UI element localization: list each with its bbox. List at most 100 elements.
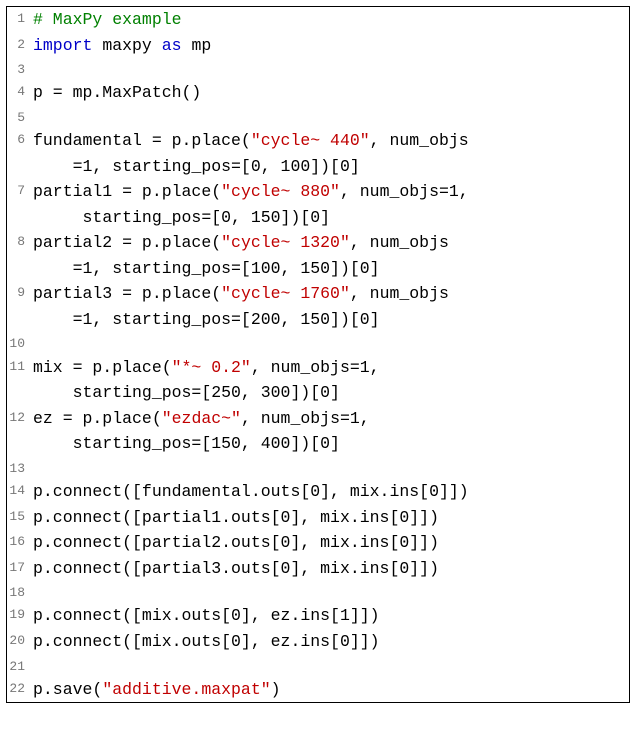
- code-content: p.connect([mix.outs[0], ez.ins[0]]): [29, 629, 629, 655]
- code-line: 15p.connect([partial1.outs[0], mix.ins[0…: [7, 505, 629, 531]
- code-line: 2import maxpy as mp: [7, 33, 629, 59]
- code-token: =1, starting_pos=[0, 100])[0]: [73, 157, 360, 176]
- code-token: "additive.maxpat": [102, 680, 270, 699]
- line-number: 20: [7, 629, 29, 651]
- code-content: partial2 = p.place("cycle~ 1320", num_ob…: [29, 230, 629, 281]
- code-token: p.connect([mix.outs[0], ez.ins[0]]): [33, 632, 380, 651]
- line-number: 15: [7, 505, 29, 527]
- code-token: p.connect([partial1.outs[0], mix.ins[0]]…: [33, 508, 439, 527]
- code-token: maxpy: [92, 36, 161, 55]
- code-token: mp: [182, 36, 212, 55]
- code-token: p.connect([partial3.outs[0], mix.ins[0]]…: [33, 559, 439, 578]
- line-number: 7: [7, 179, 29, 201]
- line-number: 16: [7, 530, 29, 552]
- code-token: partial2 = p.place(: [33, 233, 221, 252]
- code-token: , num_objs=1,: [251, 358, 380, 377]
- code-line: 1# MaxPy example: [7, 7, 629, 33]
- code-line: 8partial2 = p.place("cycle~ 1320", num_o…: [7, 230, 629, 281]
- code-line: 5: [7, 106, 629, 128]
- code-token: partial1 = p.place(: [33, 182, 221, 201]
- code-token: # MaxPy example: [33, 10, 182, 29]
- line-number: 18: [7, 581, 29, 603]
- code-line: 6fundamental = p.place("cycle~ 440", num…: [7, 128, 629, 179]
- code-content: p.connect([mix.outs[0], ez.ins[1]]): [29, 603, 629, 629]
- code-line: 14p.connect([fundamental.outs[0], mix.in…: [7, 479, 629, 505]
- line-number: 21: [7, 655, 29, 677]
- line-number: 17: [7, 556, 29, 578]
- code-token: , num_objs=1,: [340, 182, 469, 201]
- code-content: p.connect([partial3.outs[0], mix.ins[0]]…: [29, 556, 629, 582]
- code-token: as: [162, 36, 182, 55]
- line-number: 2: [7, 33, 29, 55]
- code-token: "*~ 0.2": [172, 358, 251, 377]
- line-number: 4: [7, 80, 29, 102]
- code-token: =1, starting_pos=[200, 150])[0]: [73, 310, 380, 329]
- code-token: p.connect([fundamental.outs[0], mix.ins[…: [33, 482, 469, 501]
- code-line: 13: [7, 457, 629, 479]
- code-line: 21: [7, 655, 629, 677]
- line-number: 5: [7, 106, 29, 128]
- line-number: 12: [7, 406, 29, 428]
- code-token: "cycle~ 1320": [221, 233, 350, 252]
- code-token: mix = p.place(: [33, 358, 172, 377]
- line-number: 10: [7, 332, 29, 354]
- code-token: , num_objs: [370, 131, 469, 150]
- code-line: 10: [7, 332, 629, 354]
- code-token: , num_objs: [350, 233, 449, 252]
- code-line: 11mix = p.place("*~ 0.2", num_objs=1, st…: [7, 355, 629, 406]
- code-token: partial3 = p.place(: [33, 284, 221, 303]
- code-line: 18: [7, 581, 629, 603]
- code-line: 19p.connect([mix.outs[0], ez.ins[1]]): [7, 603, 629, 629]
- code-listing: 1# MaxPy example2import maxpy as mp34p =…: [6, 6, 630, 703]
- code-token: p.save(: [33, 680, 102, 699]
- code-token: "cycle~ 880": [221, 182, 340, 201]
- code-content: fundamental = p.place("cycle~ 440", num_…: [29, 128, 629, 179]
- code-content: import maxpy as mp: [29, 33, 629, 59]
- code-token: starting_pos=[0, 150])[0]: [73, 208, 330, 227]
- code-line: 20p.connect([mix.outs[0], ez.ins[0]]): [7, 629, 629, 655]
- code-token: "cycle~ 1760": [221, 284, 350, 303]
- code-content: p.connect([fundamental.outs[0], mix.ins[…: [29, 479, 629, 505]
- line-number: 1: [7, 7, 29, 29]
- code-content: mix = p.place("*~ 0.2", num_objs=1, star…: [29, 355, 629, 406]
- code-content: partial3 = p.place("cycle~ 1760", num_ob…: [29, 281, 629, 332]
- code-content: partial1 = p.place("cycle~ 880", num_obj…: [29, 179, 629, 230]
- code-token: "cycle~ 440": [251, 131, 370, 150]
- code-token: starting_pos=[150, 400])[0]: [73, 434, 340, 453]
- code-token: p = mp.MaxPatch(): [33, 83, 201, 102]
- code-content: # MaxPy example: [29, 7, 629, 33]
- code-line: 4p = mp.MaxPatch(): [7, 80, 629, 106]
- code-line: 17p.connect([partial3.outs[0], mix.ins[0…: [7, 556, 629, 582]
- line-number: 13: [7, 457, 29, 479]
- code-token: p.connect([partial2.outs[0], mix.ins[0]]…: [33, 533, 439, 552]
- code-line: 7partial1 = p.place("cycle~ 880", num_ob…: [7, 179, 629, 230]
- code-token: , num_objs=1,: [241, 409, 370, 428]
- line-number: 19: [7, 603, 29, 625]
- code-token: import: [33, 36, 92, 55]
- code-line: 12ez = p.place("ezdac~", num_objs=1, sta…: [7, 406, 629, 457]
- code-token: "ezdac~": [162, 409, 241, 428]
- line-number: 14: [7, 479, 29, 501]
- line-number: 9: [7, 281, 29, 303]
- code-content: p.connect([partial1.outs[0], mix.ins[0]]…: [29, 505, 629, 531]
- code-content: ez = p.place("ezdac~", num_objs=1, start…: [29, 406, 629, 457]
- code-content: p.connect([partial2.outs[0], mix.ins[0]]…: [29, 530, 629, 556]
- code-line: 16p.connect([partial2.outs[0], mix.ins[0…: [7, 530, 629, 556]
- line-number: 11: [7, 355, 29, 377]
- code-token: starting_pos=[250, 300])[0]: [73, 383, 340, 402]
- line-number: 6: [7, 128, 29, 150]
- code-content: p.save("additive.maxpat"): [29, 677, 629, 703]
- code-token: ez = p.place(: [33, 409, 162, 428]
- code-line: 3: [7, 58, 629, 80]
- code-token: , num_objs: [350, 284, 449, 303]
- line-number: 3: [7, 58, 29, 80]
- line-number: 22: [7, 677, 29, 699]
- code-token: p.connect([mix.outs[0], ez.ins[1]]): [33, 606, 380, 625]
- code-token: fundamental = p.place(: [33, 131, 251, 150]
- code-content: p = mp.MaxPatch(): [29, 80, 629, 106]
- code-line: 22p.save("additive.maxpat"): [7, 677, 629, 703]
- line-number: 8: [7, 230, 29, 252]
- code-token: ): [271, 680, 281, 699]
- code-line: 9partial3 = p.place("cycle~ 1760", num_o…: [7, 281, 629, 332]
- code-token: =1, starting_pos=[100, 150])[0]: [73, 259, 380, 278]
